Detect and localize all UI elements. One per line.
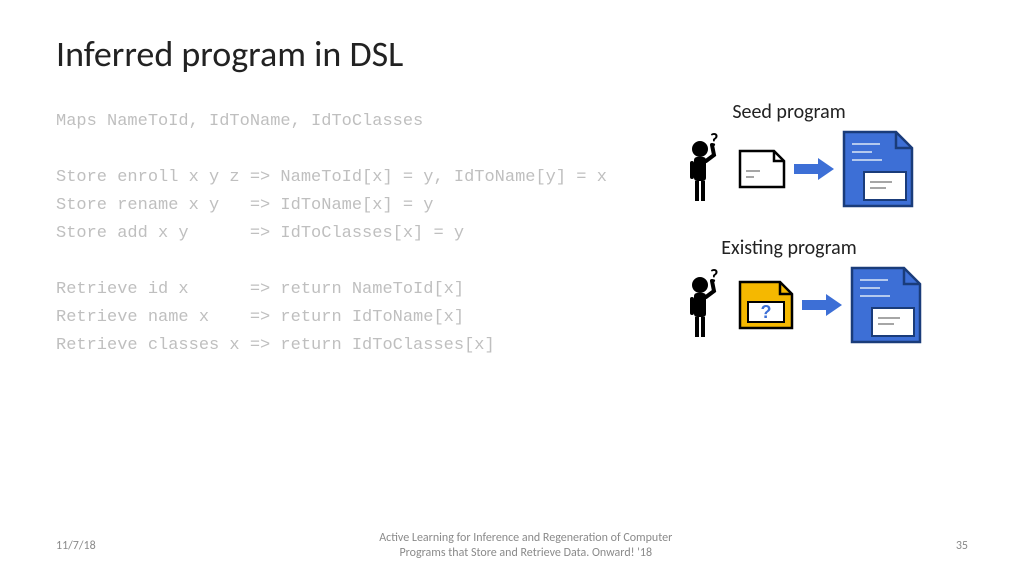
existing-diagram: ? ? — [684, 266, 1004, 344]
question-mark-icon: ? — [761, 302, 772, 322]
seed-program-label: Seed program — [684, 100, 894, 124]
program-file-icon — [850, 266, 922, 344]
footer-citation: Active Learning for Inference and Regene… — [96, 531, 956, 562]
thinking-person-icon: ? — [684, 135, 730, 203]
program-file-icon — [842, 130, 914, 208]
existing-file-icon: ? — [738, 280, 794, 330]
dsl-code-block: Maps NameToId, IdToName, IdToClasses Sto… — [56, 108, 607, 360]
slide-footer: 11/7/18 Active Learning for Inference an… — [0, 531, 1024, 562]
diagram-column: Seed program ? — [684, 100, 1004, 372]
seed-diagram: ? — [684, 130, 1004, 208]
footer-page-number: 35 — [956, 539, 968, 553]
slide-title: Inferred program in DSL — [56, 32, 403, 76]
arrow-icon — [794, 158, 834, 180]
thinking-person-icon: ? — [684, 271, 730, 339]
footer-date: 11/7/18 — [56, 539, 96, 553]
existing-program-label: Existing program — [684, 236, 894, 260]
empty-file-icon — [738, 149, 786, 189]
arrow-icon — [802, 294, 842, 316]
